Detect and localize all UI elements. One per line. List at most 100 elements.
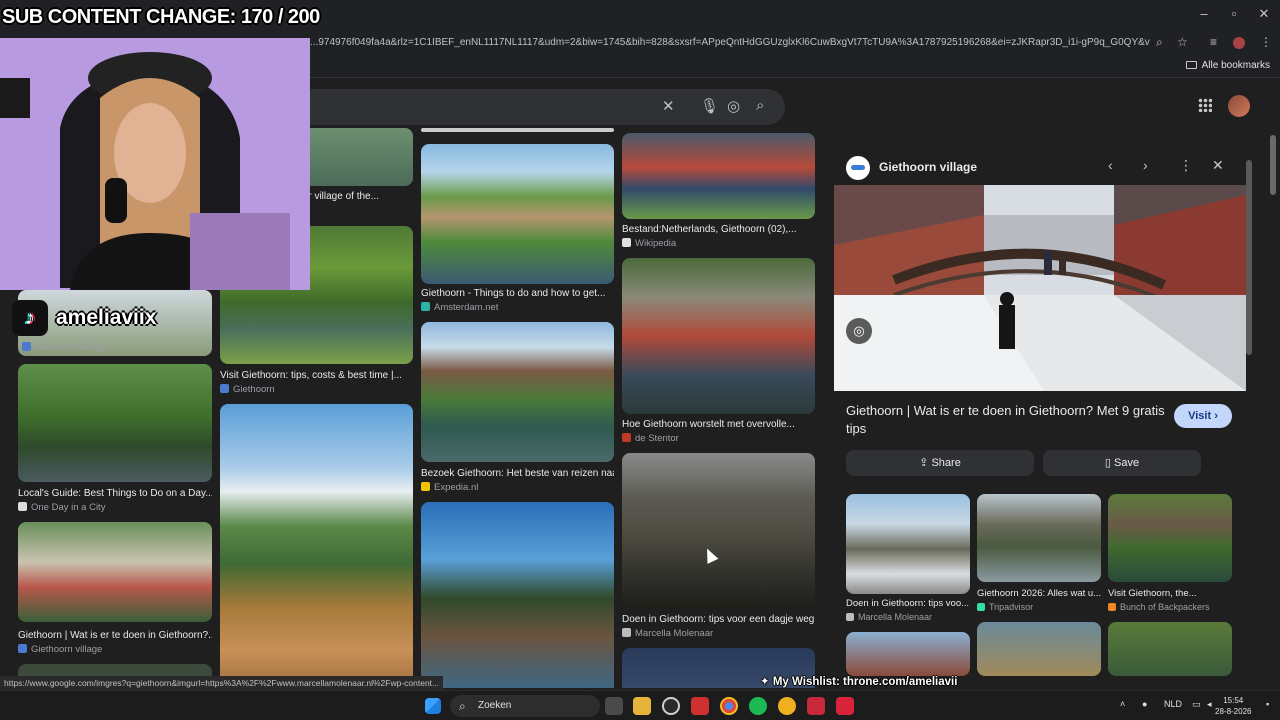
image-result[interactable] bbox=[220, 404, 413, 688]
result-caption[interactable]: Giethoorn | Wat is er te doen in Giethoo… bbox=[18, 630, 212, 641]
result-source[interactable]: Giethoorn bbox=[220, 384, 413, 395]
menu-icon[interactable]: ⋮ bbox=[1260, 35, 1272, 49]
notification-icon[interactable]: ▪ bbox=[1266, 699, 1269, 709]
favicon-icon bbox=[622, 433, 631, 442]
obs-icon[interactable] bbox=[662, 697, 680, 715]
close-window-icon[interactable]: ✕ bbox=[1248, 6, 1280, 22]
panel-scrollbar[interactable] bbox=[1246, 160, 1252, 355]
app-red-icon[interactable] bbox=[691, 697, 709, 715]
image-result[interactable] bbox=[18, 364, 212, 482]
result-caption[interactable]: Giethoorn - Things to do and how to get.… bbox=[421, 288, 614, 299]
result-source[interactable]: Wikipedia bbox=[622, 238, 815, 249]
lens-icon[interactable]: ◎ bbox=[846, 318, 872, 344]
reading-list-icon[interactable]: ≡ bbox=[1210, 35, 1217, 49]
result-caption[interactable]: Visit Giethoorn: tips, costs & best time… bbox=[220, 370, 413, 381]
share-button[interactable]: ⇪ Share bbox=[846, 450, 1034, 476]
image-result[interactable] bbox=[18, 522, 212, 622]
source-text: Amsterdam.net bbox=[434, 302, 499, 313]
tiktok-icon: ♪ bbox=[12, 300, 48, 336]
result-caption[interactable]: Doen in Giethoorn: tips voor een dagje w… bbox=[622, 614, 815, 625]
account-avatar[interactable] bbox=[1228, 95, 1250, 117]
related-caption[interactable]: Doen in Giethoorn: tips voo... bbox=[846, 598, 970, 609]
language-indicator[interactable]: NLD bbox=[1164, 699, 1182, 709]
favicon-icon bbox=[421, 482, 430, 491]
chrome-icon[interactable] bbox=[720, 697, 738, 715]
related-caption[interactable]: Giethoorn 2026: Alles wat u... bbox=[977, 588, 1101, 599]
file-explorer-icon[interactable] bbox=[633, 697, 651, 715]
more-options-icon[interactable]: ⋮ bbox=[1179, 157, 1193, 174]
clock-date: 28-8-2026 bbox=[1215, 707, 1252, 716]
profile-icon[interactable] bbox=[1233, 37, 1245, 49]
microphone-icon[interactable]: ● bbox=[1142, 699, 1147, 709]
volume-icon[interactable]: ◂ bbox=[1207, 699, 1212, 710]
favicon-icon bbox=[220, 384, 229, 393]
panel-site-name[interactable]: Giethoorn village bbox=[879, 160, 977, 174]
panel-headline[interactable]: Giethoorn | Wat is er te doen in Giethoo… bbox=[846, 402, 1166, 438]
image-result[interactable] bbox=[421, 128, 614, 132]
app-v-icon[interactable] bbox=[836, 697, 854, 715]
result-source[interactable]: de Stentor bbox=[622, 433, 815, 444]
related-source[interactable]: Tripadvisor bbox=[977, 602, 1101, 612]
url-text[interactable]: ...974976f049fa4a&rlz=1C1IBEF_enNL1117NL… bbox=[310, 37, 1150, 48]
spotify-icon[interactable] bbox=[749, 697, 767, 715]
page-scrollbar[interactable] bbox=[1270, 135, 1276, 195]
image-result[interactable] bbox=[622, 453, 815, 609]
task-view-icon[interactable] bbox=[605, 697, 623, 715]
source-text: One Day in a City bbox=[31, 502, 106, 513]
favicon-icon bbox=[18, 644, 27, 653]
result-source[interactable]: Giethoorn village bbox=[18, 644, 212, 655]
result-caption[interactable]: Bezoek Giethoorn: Het beste van reizen n… bbox=[421, 468, 614, 479]
related-image[interactable] bbox=[1108, 622, 1232, 676]
bookmark-icon: ▯ bbox=[1104, 457, 1111, 469]
result-source[interactable]: Expedia.nl bbox=[421, 482, 614, 493]
voice-search-icon[interactable]: 🎙 bbox=[700, 97, 719, 115]
minimize-icon[interactable]: – bbox=[1188, 6, 1220, 21]
related-image[interactable] bbox=[977, 494, 1101, 582]
related-source[interactable]: Marcella Molenaar bbox=[846, 612, 970, 622]
zoom-icon[interactable]: ⌕ bbox=[1156, 35, 1163, 50]
previous-image-icon[interactable]: ‹ bbox=[1108, 157, 1113, 173]
network-icon[interactable]: ▭ bbox=[1192, 699, 1201, 710]
result-source[interactable]: One Day in a City bbox=[18, 502, 212, 513]
image-result[interactable] bbox=[421, 322, 614, 462]
result-source[interactable]: Giethoorn village bbox=[22, 342, 212, 353]
windows-start-icon[interactable] bbox=[425, 698, 441, 714]
app-streamlabs-icon[interactable] bbox=[807, 697, 825, 715]
search-box[interactable]: ✕ 🎙 ◎ ⌕ bbox=[290, 89, 785, 125]
sub-counter: SUB CONTENT CHANGE: 170 / 200 bbox=[2, 6, 320, 28]
related-source[interactable]: Bunch of Backpackers bbox=[1108, 602, 1232, 612]
visit-button[interactable]: Visit › bbox=[1174, 404, 1232, 428]
google-apps-icon[interactable] bbox=[1198, 98, 1212, 112]
related-image[interactable] bbox=[846, 632, 970, 676]
image-result[interactable] bbox=[622, 133, 815, 219]
tray-expand-icon[interactable]: ˄ bbox=[1120, 699, 1125, 709]
image-result[interactable] bbox=[421, 144, 614, 284]
related-caption[interactable]: Visit Giethoorn, the... bbox=[1108, 588, 1232, 599]
result-caption[interactable]: Local's Guide: Best Things to Do on a Da… bbox=[18, 488, 212, 499]
preview-image[interactable] bbox=[834, 185, 1246, 391]
result-source[interactable]: Amsterdam.net bbox=[421, 302, 614, 313]
bookmark-star-icon[interactable]: ☆ bbox=[1177, 35, 1188, 49]
close-panel-icon[interactable]: ✕ bbox=[1212, 157, 1224, 174]
clear-search-icon[interactable]: ✕ bbox=[662, 97, 675, 115]
related-image[interactable] bbox=[977, 622, 1101, 676]
result-caption[interactable]: ...r village of the... bbox=[300, 191, 413, 202]
result-source[interactable]: Marcella Molenaar bbox=[622, 628, 815, 639]
next-image-icon[interactable]: › bbox=[1143, 157, 1148, 173]
related-image[interactable] bbox=[1108, 494, 1232, 582]
source-text: Expedia.nl bbox=[434, 482, 479, 493]
lens-search-icon[interactable]: ◎ bbox=[727, 97, 740, 115]
result-caption[interactable]: Hoe Giethoorn worstelt met overvolle... bbox=[622, 419, 815, 430]
image-result[interactable] bbox=[421, 502, 614, 688]
related-image[interactable] bbox=[846, 494, 970, 594]
result-caption[interactable]: Bestand:Netherlands, Giethoorn (02),... bbox=[622, 224, 815, 235]
image-result[interactable] bbox=[622, 258, 815, 414]
taskbar-search[interactable]: Zoeken bbox=[450, 695, 600, 717]
all-bookmarks[interactable]: Alle bookmarks bbox=[1185, 60, 1270, 71]
app-coin-icon[interactable] bbox=[778, 697, 796, 715]
maximize-icon[interactable]: ▫ bbox=[1218, 6, 1250, 21]
search-icon[interactable]: ⌕ bbox=[756, 97, 764, 114]
tiktok-handle: ameliaviix bbox=[56, 306, 157, 329]
taskbar-clock[interactable]: 15:54 28-8-2026 bbox=[1215, 695, 1251, 717]
save-button[interactable]: ▯ Save bbox=[1043, 450, 1201, 476]
